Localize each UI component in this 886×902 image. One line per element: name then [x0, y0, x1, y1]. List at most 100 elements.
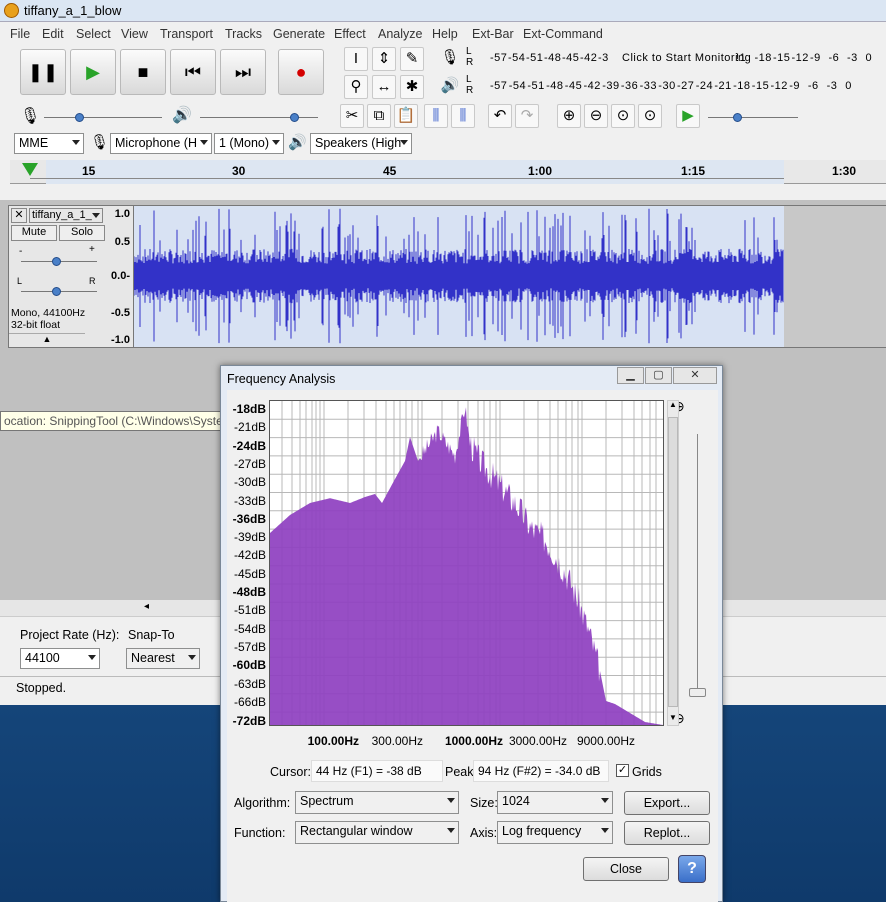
menu-analyze[interactable]: Analyze	[378, 27, 422, 41]
close-button[interactable]: Close	[583, 857, 669, 881]
cut-button[interactable]: ✂	[340, 104, 364, 128]
zoom-out-button[interactable]: ⊖	[584, 104, 608, 128]
meter-tick: -3	[598, 52, 609, 64]
close-window-button[interactable]: ✕	[673, 367, 717, 384]
record-button[interactable]: ●	[278, 49, 324, 95]
undo-button[interactable]: ↶	[488, 104, 512, 128]
output-device-select[interactable]: Speakers (High	[310, 133, 412, 154]
menu-effect[interactable]: Effect	[334, 27, 366, 41]
minimize-button[interactable]: ▁	[617, 367, 644, 384]
selection-tool[interactable]: I	[344, 47, 368, 71]
timeline-tick: 15	[82, 164, 96, 178]
replot-button[interactable]: Replot...	[624, 821, 710, 845]
spectrum-plot[interactable]	[269, 400, 664, 726]
size-select[interactable]: 1024	[497, 791, 613, 814]
maximize-button[interactable]: ▢	[645, 367, 672, 384]
close-track-button[interactable]: ✕	[11, 208, 27, 223]
scrollbar-thumb[interactable]	[668, 417, 678, 707]
record-meter[interactable]: -57 -54 -51 -48 -45 -42 -3 Click to Start Moni…	[486, 48, 884, 70]
menu-help[interactable]: Help	[432, 27, 458, 41]
collapse-track-button[interactable]: ▲	[9, 333, 85, 347]
help-icon: ?	[687, 860, 697, 877]
redo-button[interactable]: ↷	[515, 104, 539, 128]
scroll-up-icon[interactable]: ▲	[669, 400, 677, 409]
channels-select[interactable]: 1 (Mono)	[214, 133, 284, 154]
input-device-select[interactable]: Microphone (H	[110, 133, 212, 154]
zoom-tool[interactable]: ⚲	[344, 75, 368, 99]
silence-button[interactable]: ⫼	[451, 104, 475, 128]
window-title: tiffany_a_1_blow	[24, 3, 122, 18]
empty-track-area	[784, 206, 886, 347]
time-shift-tool[interactable]: ↔	[372, 75, 396, 99]
track-name-menu[interactable]: tiffany_a_1_	[29, 208, 103, 223]
pan-knob[interactable]	[52, 287, 61, 296]
playback-meter[interactable]: -57 -54 -51 -48 -45 -42 -39 -36 -33 -30 -27 -24 -21-…	[486, 76, 884, 98]
envelope-tool[interactable]: ⇕	[372, 47, 396, 71]
record-meter-mic-icon[interactable]: 🎙	[438, 47, 462, 71]
menu-generate[interactable]: Generate	[273, 27, 325, 41]
menu-tracks[interactable]: Tracks	[225, 27, 262, 41]
export-button[interactable]: Export...	[624, 791, 710, 815]
pause-button[interactable]: ❚❚	[20, 49, 66, 95]
trim-button[interactable]: ⫼	[424, 104, 448, 128]
multi-tool[interactable]: ✱	[400, 75, 424, 99]
input-volume-knob[interactable]	[75, 113, 84, 122]
host-select[interactable]: MME	[14, 133, 84, 154]
fit-project-button[interactable]: ⊙	[638, 104, 662, 128]
skip-to-start-button[interactable]: ⏮	[170, 49, 216, 95]
algorithm-select[interactable]: Spectrum	[295, 791, 459, 814]
play-head-icon[interactable]	[22, 163, 38, 176]
draw-tool[interactable]: ✎	[400, 47, 424, 71]
menu-view[interactable]: View	[121, 27, 148, 41]
meter-tick: -36	[620, 80, 639, 92]
menu-transport[interactable]: Transport	[160, 27, 213, 41]
help-button[interactable]: ?	[678, 855, 706, 883]
stop-icon: ■	[137, 62, 149, 82]
stop-button[interactable]: ■	[120, 49, 166, 95]
fit-selection-button[interactable]: ⊙	[611, 104, 635, 128]
zoom-out-icon: ⊖	[589, 107, 603, 124]
db-label: -60dB	[232, 658, 266, 673]
scroll-left-icon[interactable]: ◂	[144, 601, 149, 612]
envelope-icon: ⇕	[377, 50, 391, 67]
meter-tick: -12	[791, 52, 809, 64]
snap-to-select[interactable]: Nearest	[126, 648, 200, 669]
waveform-display[interactable]	[133, 205, 886, 348]
paste-button[interactable]: 📋	[394, 104, 418, 128]
skip-to-end-button[interactable]: ⏭	[220, 49, 266, 95]
menu-file[interactable]: File	[10, 27, 30, 41]
play-at-speed-button[interactable]: ▶	[676, 104, 700, 128]
monitor-prompt[interactable]: Click to Start Monitoring	[620, 52, 754, 64]
function-select[interactable]: Rectangular window	[295, 821, 459, 844]
meter-tick: !1	[736, 52, 747, 64]
mute-button[interactable]: Mute	[11, 225, 57, 241]
timeline-ruler[interactable]: 15 30 45 1:00 1:15 1:30	[10, 160, 886, 184]
output-volume-knob[interactable]	[290, 113, 299, 122]
project-rate-select[interactable]: 44100	[20, 648, 100, 669]
zoom-slider-thumb[interactable]	[689, 688, 706, 697]
axis-label: Axis:	[470, 826, 498, 840]
zoom-slider-track[interactable]	[697, 434, 698, 690]
solo-button[interactable]: Solo	[59, 225, 105, 241]
axis-value: Log frequency	[502, 824, 582, 838]
menu-edit[interactable]: Edit	[42, 27, 64, 41]
grids-checkbox[interactable]: ✓	[616, 764, 629, 777]
meter-tick: -30	[658, 80, 676, 92]
input-volume-slider[interactable]	[44, 117, 162, 118]
scroll-down-icon[interactable]: ▼	[669, 713, 677, 722]
zoom-in-button[interactable]: ⊕	[557, 104, 581, 128]
copy-button[interactable]: ⧉	[367, 104, 391, 128]
menu-ext-command[interactable]: Ext-Command	[523, 27, 603, 41]
hz-label: 100.00Hz	[307, 734, 359, 748]
meter-tick: -21	[714, 80, 732, 92]
output-volume-slider[interactable]	[200, 117, 318, 118]
play-speed-slider[interactable]	[708, 117, 798, 118]
play-speed-knob[interactable]	[733, 113, 742, 122]
axis-select[interactable]: Log frequency	[497, 821, 613, 844]
vertical-scrollbar[interactable]: ▲ ▼	[667, 400, 679, 726]
playback-meter-speaker-icon[interactable]: 🔊	[438, 75, 462, 99]
menu-ext-bar[interactable]: Ext-Bar	[472, 27, 514, 41]
gain-knob[interactable]	[52, 257, 61, 266]
play-button[interactable]: ▶	[70, 49, 116, 95]
menu-select[interactable]: Select	[76, 27, 111, 41]
